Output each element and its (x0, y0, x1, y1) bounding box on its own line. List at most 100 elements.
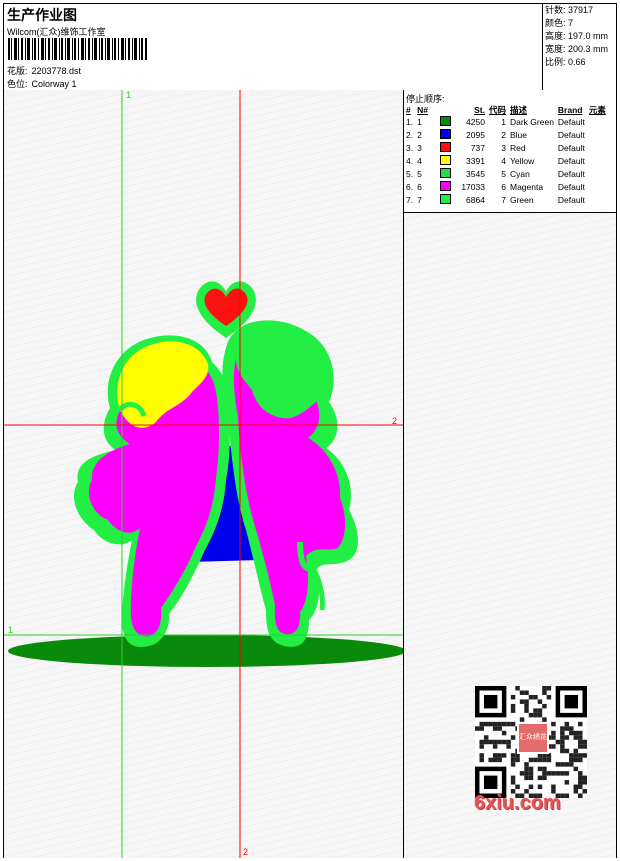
color-description: Green (509, 195, 534, 205)
needle-number: 5 (417, 169, 422, 179)
color-description: Blue (509, 130, 527, 140)
element (587, 116, 608, 129)
element (587, 155, 608, 168)
col-hash: # (406, 105, 411, 115)
swatch-and-stitches: 17033 (438, 181, 487, 194)
stop-sequence-box: 停止顺序: # N# St. 代码 描述 Brand 元素 1. 1 4250 1 Da… (404, 90, 616, 213)
color-code: 4 (501, 156, 506, 166)
color-description: Yellow (509, 156, 535, 166)
needle-number: 2 (417, 130, 422, 140)
color-description: Cyan (509, 169, 530, 179)
element (587, 194, 608, 207)
swatch-and-stitches: 737 (438, 142, 487, 155)
thread-brand: Default (557, 117, 585, 127)
design-preview: 1 2 2 1 (4, 90, 404, 858)
table-header-row: # N# St. 代码 描述 Brand 元素 (404, 104, 608, 116)
col-brand: Brand (557, 105, 583, 115)
thread-brand: Default (557, 195, 585, 205)
color-description: Dark Green (509, 117, 554, 127)
ground-shadow (8, 635, 403, 667)
color-swatch (439, 181, 451, 191)
swatch-and-stitches: 4250 (438, 116, 487, 129)
needle-number: 3 (417, 143, 422, 153)
qr-code: 汇众绣花 (475, 686, 587, 798)
color-swatch (439, 116, 451, 126)
stat-width: 宽度: 200.3 mm (545, 44, 609, 54)
col-stitches: St. (474, 105, 485, 115)
color-code: 5 (501, 169, 506, 179)
color-swatch (439, 194, 451, 204)
color-swatch (439, 168, 451, 178)
production-worksheet: 生产作业图 Wilcom(汇众)维饰工作室 花版: 2203778.dst 色位… (3, 3, 617, 858)
right-character (222, 320, 359, 647)
color-description: Red (509, 143, 526, 153)
swatch-and-stitches: 3391 (438, 155, 487, 168)
left-character (73, 335, 230, 647)
needle-number: 7 (417, 195, 422, 205)
stat-colors: 颜色: 7 (545, 18, 574, 28)
barcode (8, 38, 147, 60)
row-number: 7. (406, 195, 414, 205)
element (587, 142, 608, 155)
table-row: 2. 2 2095 2 Blue Default (404, 129, 608, 142)
col-desc: 描述 (509, 105, 527, 115)
axis-label-right: 2 (392, 416, 398, 426)
color-code: 1 (501, 117, 506, 127)
color-swatch (439, 155, 451, 165)
page-title: 生产作业图 (7, 7, 77, 23)
col-element: 元素 (588, 105, 606, 115)
row-number: 6. (406, 182, 414, 192)
element (587, 181, 608, 194)
colorway-field: 色位: Colorway 1 (7, 77, 77, 90)
table-row: 5. 5 3545 5 Cyan Default (404, 168, 608, 181)
row-number: 2. (406, 130, 414, 140)
row-number: 4. (406, 156, 414, 166)
design-stats: 针数: 37917 颜色: 7 高度: 197.0 mm 宽度: 200.3 m… (542, 4, 617, 90)
color-code: 7 (501, 195, 506, 205)
table-row: 3. 3 737 3 Red Default (404, 142, 608, 155)
table-row: 7. 7 6864 7 Green Default (404, 194, 608, 207)
design-file-value: 2203778.dst (31, 66, 82, 76)
swatch-and-stitches: 2095 (438, 129, 487, 142)
table-row: 4. 4 3391 4 Yellow Default (404, 155, 608, 168)
color-code: 6 (501, 182, 506, 192)
row-number: 5. (406, 169, 414, 179)
element (587, 168, 608, 181)
axis-label-bottom: 2 (243, 847, 249, 857)
thread-brand: Default (557, 143, 585, 153)
stat-height: 高度: 197.0 mm (545, 31, 609, 41)
col-code: 代码 (488, 105, 506, 115)
color-description: Magenta (509, 182, 544, 192)
swatch-and-stitches: 6864 (438, 194, 487, 207)
colorway-label: 色位: (7, 79, 28, 89)
watermark-brand: 6xiu.com (474, 792, 561, 814)
axis-label-top: 1 (126, 90, 132, 100)
axis-label-left: 1 (8, 625, 14, 635)
color-code: 3 (501, 143, 506, 153)
company-name: Wilcom(汇众)维饰工作室 (7, 27, 106, 37)
table-row: 6. 6 17033 6 Magenta Default (404, 181, 608, 194)
needle-number: 4 (417, 156, 422, 166)
row-number: 3. (406, 143, 414, 153)
table-row: 1. 1 4250 1 Dark Green Default (404, 116, 608, 129)
color-swatch (439, 129, 451, 139)
col-n: N# (417, 105, 428, 115)
needle-number: 1 (417, 117, 422, 127)
embroidery-artwork (4, 90, 403, 858)
color-code: 2 (501, 130, 506, 140)
colorway-value: Colorway 1 (31, 79, 77, 89)
worksheet-header: 生产作业图 Wilcom(汇众)维饰工作室 花版: 2203778.dst 色位… (4, 4, 616, 91)
design-file-label: 花版: (7, 66, 28, 76)
thread-brand: Default (557, 169, 585, 179)
seal-stamp: 汇众绣花 (517, 722, 549, 754)
color-swatch (439, 142, 451, 152)
stop-sequence-table: # N# St. 代码 描述 Brand 元素 1. 1 4250 1 Dark Gre… (404, 104, 608, 207)
design-file-field: 花版: 2203778.dst (7, 64, 81, 77)
stat-stitches: 针数: 37917 (545, 5, 594, 15)
thread-brand: Default (557, 182, 585, 192)
stat-scale: 比例: 0.66 (545, 57, 586, 67)
needle-number: 6 (417, 182, 422, 192)
thread-brand: Default (557, 130, 585, 140)
row-number: 1. (406, 117, 414, 127)
swatch-and-stitches: 3545 (438, 168, 487, 181)
